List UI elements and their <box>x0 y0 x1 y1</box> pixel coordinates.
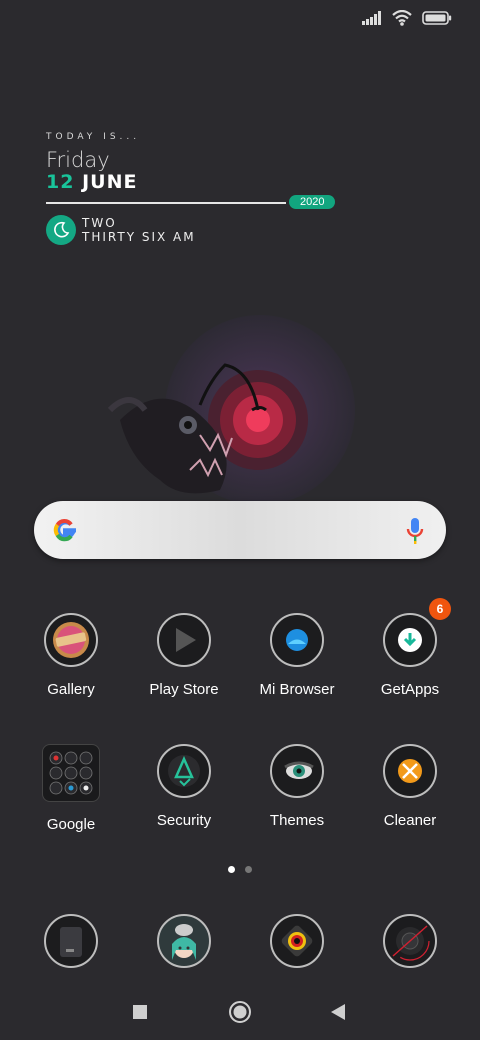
divider-line <box>46 202 286 204</box>
app-play-store[interactable]: Play Store <box>134 613 234 698</box>
page-dot <box>245 866 252 873</box>
time-words: TWO THIRTY SIX AM <box>82 216 196 244</box>
app-cleaner[interactable]: Cleaner <box>360 744 460 829</box>
year-badge: 2020 <box>289 195 336 209</box>
wifi-icon <box>392 10 412 26</box>
time-line-2: THIRTY SIX AM <box>82 230 196 244</box>
cleaner-icon <box>383 744 437 798</box>
battery-icon <box>422 11 452 25</box>
app-label: Play Store <box>149 681 219 698</box>
app-label: GetApps <box>380 681 440 698</box>
play-store-icon <box>157 613 211 667</box>
dock-app-camera[interactable] <box>247 914 347 968</box>
app-label: Security <box>156 812 212 829</box>
gallery-icon <box>44 613 98 667</box>
page-dot-active <box>228 866 235 873</box>
status-bar <box>362 10 452 26</box>
mi-browser-icon <box>270 613 324 667</box>
day-name: Friday <box>46 148 110 172</box>
app-getapps[interactable]: 6 GetApps <box>360 598 460 698</box>
time-row: TWO THIRTY SIX AM <box>46 215 346 245</box>
date-text: 12 JUNE <box>46 171 346 193</box>
security-icon <box>157 744 211 798</box>
date-month: JUNE <box>82 171 138 193</box>
app-gallery[interactable]: Gallery <box>21 613 121 698</box>
app-themes[interactable]: Themes <box>247 744 347 829</box>
app-label: Themes <box>269 812 325 829</box>
themes-icon <box>270 744 324 798</box>
google-folder-icon <box>42 744 100 802</box>
app-security[interactable]: Security <box>134 744 234 829</box>
google-g-icon <box>53 519 76 542</box>
page-indicator <box>228 866 252 873</box>
wallpaper-anglerfish-art <box>107 315 355 505</box>
time-line-1: TWO <box>82 216 117 230</box>
record-icon <box>383 914 437 968</box>
app-google-folder[interactable]: Google <box>21 744 121 833</box>
google-search-bar[interactable] <box>34 501 446 559</box>
notification-badge: 6 <box>429 598 451 620</box>
app-label: Cleaner <box>383 812 437 829</box>
navigation-bar <box>133 1001 345 1023</box>
phone-app-icon <box>44 914 98 968</box>
today-label: TODAY IS... <box>46 132 141 142</box>
dock-app-phone[interactable] <box>21 914 121 968</box>
microphone-icon[interactable] <box>406 517 424 545</box>
camera-eye-icon <box>270 914 324 968</box>
app-label: Mi Browser <box>259 681 335 698</box>
app-mi-browser[interactable]: Mi Browser <box>247 613 347 698</box>
home-circle-icon[interactable] <box>229 1001 251 1023</box>
year-divider: 2020 <box>46 195 346 209</box>
moon-icon <box>46 215 76 245</box>
dock-app-recorder[interactable] <box>360 914 460 968</box>
signal-icon <box>362 11 381 25</box>
recents-square-icon[interactable] <box>133 1005 147 1019</box>
date-number: 12 <box>46 171 75 193</box>
app-label: Gallery <box>47 681 95 698</box>
back-triangle-icon[interactable] <box>331 1004 345 1020</box>
date-time-widget[interactable]: TODAY IS... Friday 12 JUNE 2020 TWO THIR… <box>46 132 346 245</box>
dock-app-messages[interactable] <box>134 914 234 968</box>
anime-avatar-icon <box>157 914 211 968</box>
app-label: Google <box>46 816 96 833</box>
getapps-icon <box>383 613 437 667</box>
